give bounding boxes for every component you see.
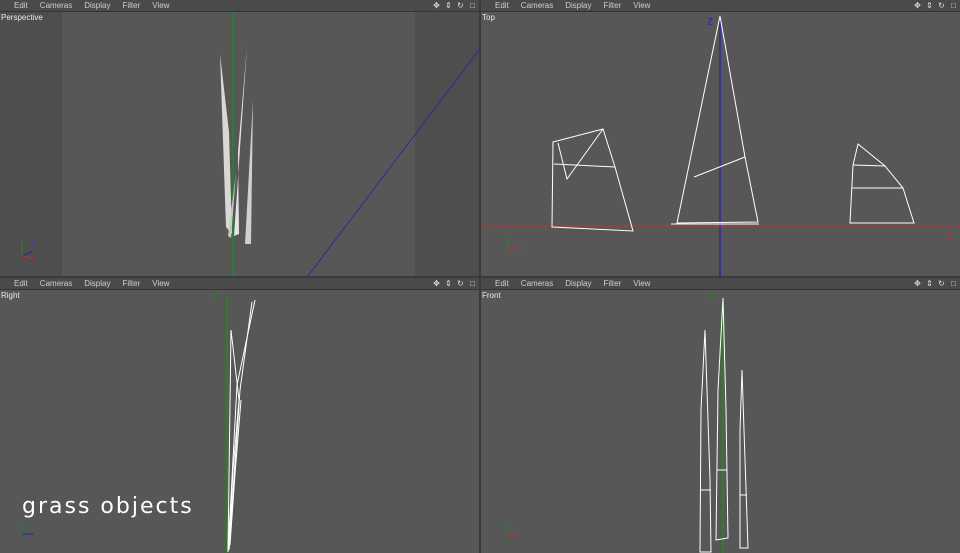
menu-display[interactable]: Display <box>84 278 110 289</box>
menu-display[interactable]: Display <box>565 278 591 289</box>
viewport-label-right: Right <box>1 291 20 300</box>
maximize-icon[interactable]: □ <box>468 279 477 288</box>
menu-filter[interactable]: Filter <box>122 278 140 289</box>
viewport-front[interactable]: Edit Cameras Display Filter View ✥ ⇕ ↻ □… <box>481 278 960 553</box>
menu-edit[interactable]: Edit <box>495 278 509 289</box>
rotate-icon[interactable]: ↻ <box>456 279 465 288</box>
menu-cameras[interactable]: Cameras <box>40 0 72 11</box>
menu-cameras[interactable]: Cameras <box>521 278 553 289</box>
move-icon[interactable]: ✥ <box>432 1 441 10</box>
menu-view[interactable]: View <box>152 0 169 11</box>
menu-filter[interactable]: Filter <box>603 0 621 11</box>
menu-view[interactable]: View <box>152 278 169 289</box>
menu-display[interactable]: Display <box>565 0 591 11</box>
menu-edit[interactable]: Edit <box>495 0 509 11</box>
menu-cameras[interactable]: Cameras <box>40 278 72 289</box>
viewport-label-front: Front <box>482 291 501 300</box>
viewport-menubar: Edit Cameras Display Filter View ✥ ⇕ ↻ □ <box>481 278 960 290</box>
move-icon[interactable]: ✥ <box>432 279 441 288</box>
maximize-icon[interactable]: □ <box>949 1 958 10</box>
caption: grass objects <box>22 494 194 519</box>
top-scene: Z X <box>481 15 960 276</box>
move-icon[interactable]: ✥ <box>913 1 922 10</box>
viewport-menubar: Edit Cameras Display Filter View ✥ ⇕ ↻ □ <box>0 278 479 290</box>
menu-filter[interactable]: Filter <box>603 278 621 289</box>
maximize-icon[interactable]: □ <box>949 279 958 288</box>
dolly-icon[interactable]: ⇕ <box>925 279 934 288</box>
x-axis-label: X <box>947 232 953 242</box>
z-axis-label: Z <box>31 241 36 250</box>
viewport-label-perspective: Perspective <box>1 13 43 22</box>
dolly-icon[interactable]: ⇕ <box>444 279 453 288</box>
move-icon[interactable]: ✥ <box>913 279 922 288</box>
menu-view[interactable]: View <box>633 278 650 289</box>
viewport-menubar: Edit Cameras Display Filter View ✥ ⇕ ↻ □ <box>481 0 960 12</box>
front-scene: Y <box>506 293 749 553</box>
maximize-icon[interactable]: □ <box>468 1 477 10</box>
viewport-label-top: Top <box>482 13 495 22</box>
menu-view[interactable]: View <box>633 0 650 11</box>
menu-filter[interactable]: Filter <box>122 0 140 11</box>
viewport-perspective[interactable]: Edit Cameras Display Filter View ✥ ⇕ ↻ □… <box>0 0 479 276</box>
y-axis-label: Y <box>211 293 218 304</box>
rotate-icon[interactable]: ↻ <box>937 1 946 10</box>
perspective-scene: Z <box>0 12 479 276</box>
rotate-icon[interactable]: ↻ <box>456 1 465 10</box>
menu-display[interactable]: Display <box>84 0 110 11</box>
z-axis-label: Z <box>707 17 713 28</box>
menu-edit[interactable]: Edit <box>14 278 28 289</box>
menu-edit[interactable]: Edit <box>14 0 28 11</box>
rotate-icon[interactable]: ↻ <box>937 279 946 288</box>
menu-cameras[interactable]: Cameras <box>521 0 553 11</box>
y-axis-label: Y <box>708 293 715 304</box>
viewport-top[interactable]: Edit Cameras Display Filter View ✥ ⇕ ↻ □… <box>481 0 960 276</box>
viewport-menubar: Edit Cameras Display Filter View ✥ ⇕ ↻ □ <box>0 0 479 12</box>
dolly-icon[interactable]: ⇕ <box>925 1 934 10</box>
dolly-icon[interactable]: ⇕ <box>444 1 453 10</box>
